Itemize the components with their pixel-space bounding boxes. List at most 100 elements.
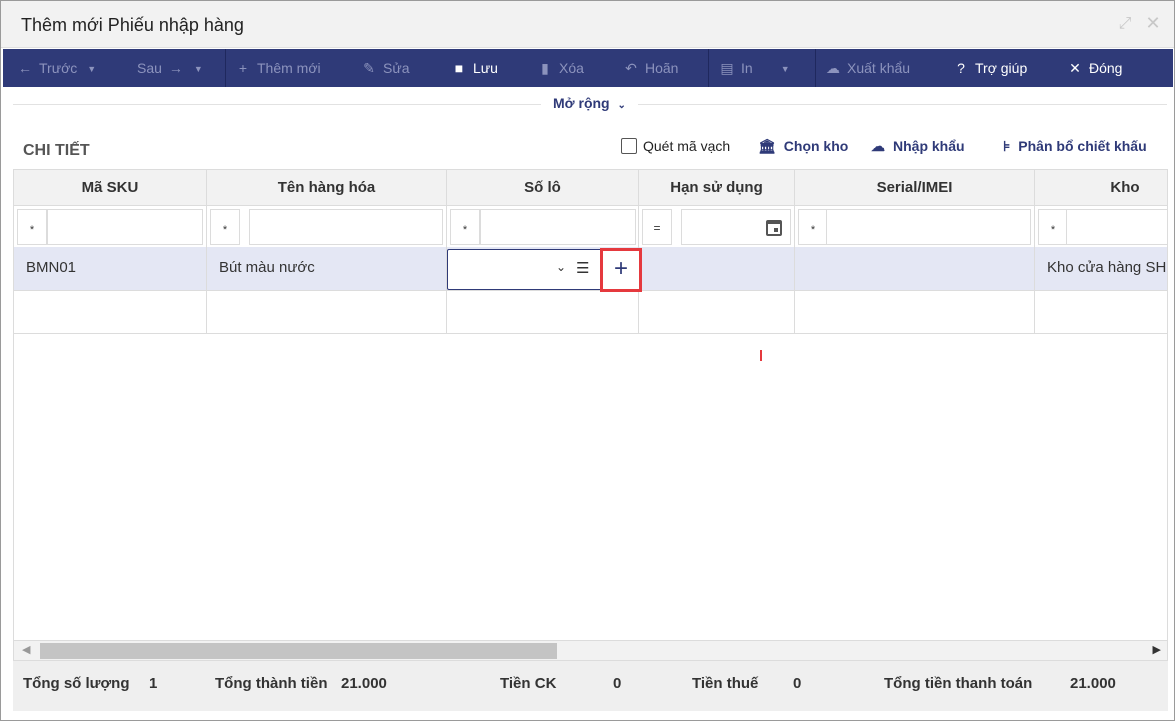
filter-expiry: = [639, 206, 795, 247]
filter-operator[interactable]: * [798, 209, 828, 245]
chevron-down-icon: ▼ [87, 64, 97, 75]
discount-label: Tiền CK [500, 675, 557, 692]
prev-button[interactable]: ← Trước ▼ [17, 49, 96, 87]
add-new-button[interactable]: + Thêm mới [235, 49, 321, 87]
search-list-icon[interactable]: ☰ [576, 259, 589, 277]
next-button[interactable]: Sau → ▼ [137, 49, 203, 87]
filter-serial-input[interactable] [826, 209, 1031, 245]
hierarchy-icon: ⊧ [1003, 138, 1011, 154]
plus-icon: + [238, 60, 248, 76]
delete-button[interactable]: ▮ Xóa [537, 49, 584, 87]
cell-empty[interactable] [639, 291, 795, 333]
cell-expiry[interactable] [639, 247, 795, 290]
close-button[interactable]: ✕ Đóng [1067, 49, 1122, 87]
column-header-product-name[interactable]: Tên hàng hóa [207, 170, 447, 206]
column-header-expiry[interactable]: Hạn sử dụng [639, 170, 795, 206]
import-label: Nhập khẩu [893, 138, 965, 154]
export-label: Xuất khẩu [847, 60, 911, 76]
export-button[interactable]: ☁ Xuất khẩu [825, 49, 910, 87]
scroll-right-icon[interactable]: ▶ [1153, 643, 1161, 656]
scan-barcode-checkbox[interactable] [621, 138, 637, 154]
import-button[interactable]: ☁ Nhập khẩu [871, 138, 965, 158]
cell-empty[interactable] [447, 291, 639, 333]
expand-toggle[interactable]: Mở rộng ⌄ [541, 95, 638, 111]
maximize-icon[interactable]: ⤢ [1116, 15, 1134, 33]
print-label: In [741, 60, 753, 76]
print-button[interactable]: ▤ In ▼ [719, 49, 789, 87]
total-payment-value: 21.000 [1070, 675, 1116, 692]
expand-label: Mở rộng [553, 95, 610, 111]
totals-footer: Tổng số lượng 1 Tổng thành tiền 21.000 T… [13, 661, 1168, 711]
help-button[interactable]: ? Trợ giúp [953, 49, 1027, 87]
horizontal-scrollbar[interactable]: ◀ ▶ [13, 640, 1168, 661]
text-cursor [760, 350, 762, 361]
discount-value: 0 [613, 675, 622, 692]
section-title: CHI TIẾT [23, 142, 90, 159]
cell-serial[interactable] [795, 247, 1035, 290]
chevron-down-icon: ⌄ [617, 100, 626, 111]
dialog-titlebar: Thêm mới Phiếu nhập hàng ⤢ ✕ [1, 1, 1174, 48]
cell-empty[interactable] [207, 291, 447, 333]
close-icon[interactable]: ✕ [1144, 14, 1162, 32]
scrollbar-thumb[interactable] [40, 643, 557, 659]
edit-button[interactable]: ✎ Sửa [361, 49, 410, 87]
toolbar-separator [815, 49, 816, 87]
column-header-serial[interactable]: Serial/IMEI [795, 170, 1035, 206]
discount-allocation-button[interactable]: ⊧ Phân bổ chiết khấu [1003, 138, 1147, 158]
column-header-lot[interactable]: Số lô [447, 170, 639, 206]
filter-operator[interactable]: * [1038, 209, 1068, 245]
table-row-empty[interactable] [14, 291, 1167, 334]
lot-select-input[interactable]: ⌄ ☰ [447, 249, 605, 290]
detail-grid: Mã SKU Tên hàng hóa Số lô Hạn sử dụng Se… [13, 169, 1168, 641]
filter-operator[interactable]: * [17, 209, 47, 245]
scan-barcode-label: Quét mã vạch [643, 138, 731, 154]
close-icon: ✕ [1069, 60, 1081, 76]
chevron-down-icon[interactable]: ⌄ [556, 260, 566, 274]
tax-label: Tiền thuế [692, 675, 759, 692]
filter-sku-input[interactable] [47, 209, 203, 245]
filter-sku: * [14, 206, 207, 247]
scroll-left-icon[interactable]: ◀ [22, 643, 30, 656]
cell-empty[interactable] [795, 291, 1035, 333]
bank-icon: 🏛 [758, 138, 776, 154]
cell-warehouse[interactable]: Kho cửa hàng SH [1035, 247, 1167, 290]
undo-button[interactable]: ↶ Hoãn [623, 49, 678, 87]
filter-product-name-input[interactable] [249, 209, 443, 245]
question-circle-icon: ? [957, 60, 965, 76]
cell-empty[interactable] [14, 291, 207, 333]
edit-label: Sửa [383, 60, 410, 76]
scan-barcode-toggle[interactable]: Quét mã vạch [621, 138, 730, 158]
trash-icon: ▮ [541, 60, 549, 76]
arrow-left-icon: ← [18, 60, 32, 76]
save-button[interactable]: ■ Lưu [451, 49, 498, 87]
filter-operator[interactable]: * [450, 209, 480, 245]
save-label: Lưu [473, 60, 498, 76]
dialog-title: Thêm mới Phiếu nhập hàng [21, 15, 244, 35]
cell-product-name[interactable]: Bút màu nước [207, 247, 447, 290]
calendar-icon[interactable] [766, 220, 782, 236]
toolbar-separator [708, 49, 709, 87]
total-qty-value: 1 [149, 675, 158, 692]
cloud-upload-icon: ☁ [871, 138, 885, 154]
filter-expiry-input[interactable] [681, 209, 791, 245]
choose-warehouse-button[interactable]: 🏛 Chọn kho [758, 138, 848, 158]
cell-sku[interactable]: BMN01 [14, 247, 207, 290]
column-header-sku[interactable]: Mã SKU [14, 170, 207, 206]
filter-warehouse-input[interactable] [1066, 209, 1167, 245]
cell-empty[interactable] [1035, 291, 1167, 333]
arrow-right-icon: → [168, 60, 183, 76]
choose-warehouse-label: Chọn kho [783, 138, 849, 154]
plus-icon: + [613, 255, 628, 282]
filter-lot-input[interactable] [480, 209, 636, 245]
add-lot-button[interactable]: + [600, 248, 642, 292]
filter-operator[interactable]: * [210, 209, 240, 245]
total-qty-label: Tổng số lượng [23, 675, 130, 692]
printer-icon: ▤ [720, 60, 734, 76]
column-header-warehouse[interactable]: Kho [1035, 170, 1167, 206]
total-payment-label: Tổng tiền thanh toán [884, 675, 1033, 692]
dialog-window: Thêm mới Phiếu nhập hàng ⤢ ✕ ← Trước ▼ Sau… [0, 0, 1175, 721]
close-label: Đóng [1089, 60, 1123, 76]
toolbar: ← Trước ▼ Sau → ▼ + Thêm mới ✎ Sửa ■ Lưu ▮ Xóa ↶… [3, 49, 1173, 87]
toolbar-separator [225, 49, 226, 87]
filter-operator[interactable]: = [642, 209, 672, 245]
